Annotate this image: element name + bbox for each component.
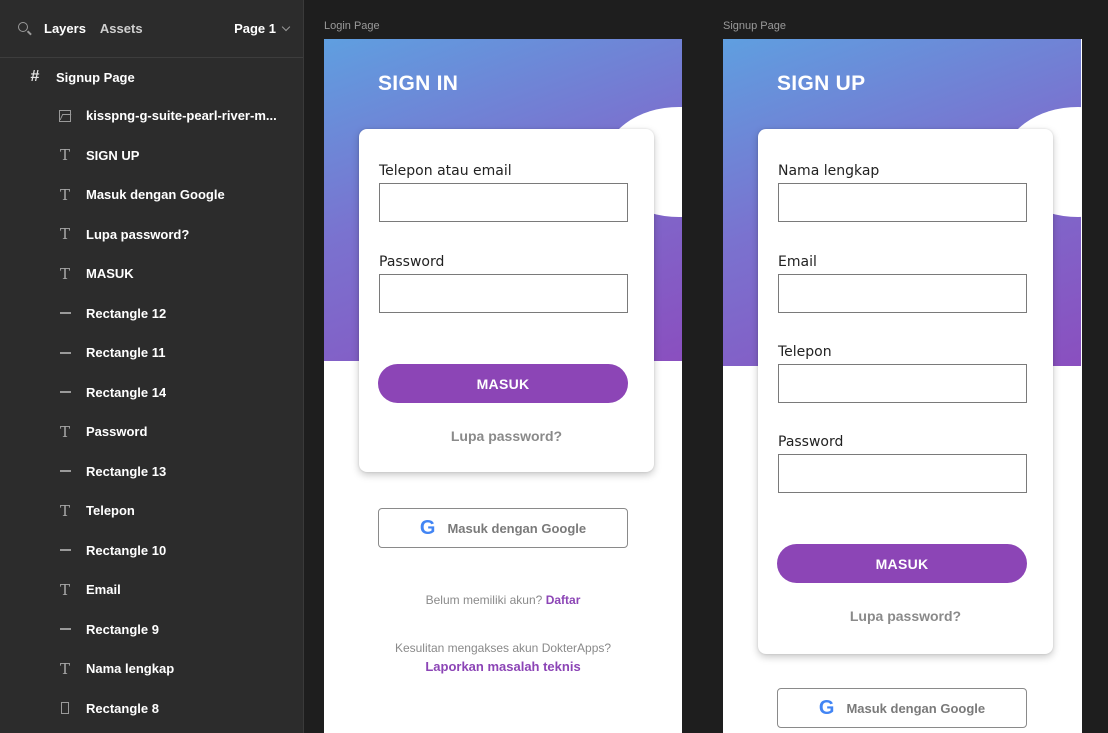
no-account-text: Belum memiliki akun? <box>425 593 543 607</box>
full-name-input[interactable] <box>778 183 1027 222</box>
phone-input[interactable] <box>778 364 1027 403</box>
layer-label: Lupa password? <box>86 226 190 242</box>
google-login-button[interactable]: G Masuk dengan Google <box>777 688 1027 728</box>
text-icon: T <box>59 146 70 165</box>
search-icon[interactable] <box>16 20 34 38</box>
layer-item[interactable]: T Masuk dengan Google <box>0 175 303 215</box>
tab-assets[interactable]: Assets <box>100 21 143 36</box>
report-problem-link[interactable]: Laporkan masalah teknis <box>324 659 682 674</box>
text-icon: T <box>59 225 70 244</box>
layer-item[interactable]: Rectangle 9 <box>0 610 303 650</box>
rectangle-icon <box>58 306 72 320</box>
text-icon: T <box>59 185 70 204</box>
layers-panel-header: Layers Assets Page 1 <box>0 0 303 58</box>
rectangle-icon <box>58 543 72 557</box>
text-icon: T <box>59 580 70 599</box>
forgot-password-link[interactable]: Lupa password? <box>758 608 1053 624</box>
rectangle-icon <box>58 464 72 478</box>
page-title: SIGN IN <box>378 72 459 95</box>
password-label: Password <box>379 254 445 270</box>
google-login-label: Masuk dengan Google <box>846 700 986 716</box>
page-selector[interactable]: Page 1 <box>234 21 291 36</box>
rectangle-icon <box>58 622 72 636</box>
layer-item[interactable]: Rectangle 8 <box>0 689 303 729</box>
password-label: Password <box>778 434 844 450</box>
full-name-label: Nama lengkap <box>778 163 880 179</box>
layer-item[interactable]: Rectangle 13 <box>0 452 303 492</box>
layer-item[interactable]: T Telepon <box>0 491 303 531</box>
login-card: Telepon atau email Password MASUK Lupa p… <box>359 129 654 472</box>
layer-item[interactable]: T SIGN UP <box>0 136 303 176</box>
frame-label-signup[interactable]: Signup Page <box>723 20 786 32</box>
layer-label: Masuk dengan Google <box>86 187 225 203</box>
frame-label-login[interactable]: Login Page <box>324 20 380 32</box>
layer-item[interactable]: # Signup Page <box>0 58 303 96</box>
password-input[interactable] <box>778 454 1027 493</box>
text-icon: T <box>59 264 70 283</box>
signup-card: Nama lengkap Email Telepon Password MASU… <box>758 129 1053 654</box>
email-input[interactable] <box>778 274 1027 313</box>
google-login-label: Masuk dengan Google <box>447 520 587 536</box>
text-icon: T <box>59 659 70 678</box>
layer-item[interactable]: T Email <box>0 570 303 610</box>
signup-button[interactable]: MASUK <box>777 544 1027 583</box>
email-label: Email <box>778 254 817 270</box>
page-selector-label: Page 1 <box>234 21 276 36</box>
google-login-button[interactable]: G Masuk dengan Google <box>378 508 628 548</box>
frame-icon: # <box>30 68 40 85</box>
trouble-text: Kesulitan mengakses akun DokterApps? <box>394 641 612 655</box>
layer-label: Nama lengkap <box>86 661 175 677</box>
text-icon: T <box>59 501 70 520</box>
rectangle-icon <box>58 385 72 399</box>
register-prompt: Belum memiliki akun? Daftar <box>324 593 682 607</box>
login-button[interactable]: MASUK <box>378 364 628 403</box>
tab-layers[interactable]: Layers <box>44 21 86 36</box>
layers-panel: Layers Assets Page 1 # Signup Page kissp… <box>0 0 304 733</box>
layer-label: kisspng-g-suite-pearl-river-m... <box>86 108 277 124</box>
layer-item[interactable]: kisspng-g-suite-pearl-river-m... <box>0 96 303 136</box>
phone-label: Telepon <box>778 344 832 360</box>
rectangle-icon <box>58 346 72 360</box>
layer-label: Signup Page <box>56 69 135 85</box>
google-icon: G <box>818 696 835 719</box>
login-frame[interactable]: SIGN IN Telepon atau email Password MASU… <box>324 39 682 733</box>
layer-item[interactable]: Rectangle 14 <box>0 373 303 413</box>
google-icon: G <box>419 516 436 539</box>
phone-email-label: Telepon atau email <box>379 163 512 179</box>
password-input[interactable] <box>379 274 628 313</box>
layer-item[interactable]: T MASUK <box>0 254 303 294</box>
layer-list: # Signup Page kisspng-g-suite-pearl-rive… <box>0 58 303 728</box>
signup-frame[interactable]: SIGN UP Nama lengkap Email Telepon Passw… <box>723 39 1082 733</box>
layer-item[interactable]: Rectangle 10 <box>0 531 303 571</box>
register-link[interactable]: Daftar <box>546 593 581 607</box>
layer-item[interactable]: T Password <box>0 412 303 452</box>
chevron-down-icon <box>281 22 291 31</box>
image-icon <box>58 109 72 123</box>
text-icon: T <box>59 422 70 441</box>
layer-item[interactable]: Rectangle 12 <box>0 294 303 334</box>
layer-item[interactable]: T Nama lengkap <box>0 649 303 689</box>
page-title: SIGN UP <box>777 72 866 95</box>
layer-item[interactable]: T Lupa password? <box>0 215 303 255</box>
layer-item[interactable]: Rectangle 11 <box>0 333 303 373</box>
forgot-password-link[interactable]: Lupa password? <box>359 428 654 444</box>
phone-email-input[interactable] <box>379 183 628 222</box>
rectangle-tall-icon <box>58 701 72 715</box>
